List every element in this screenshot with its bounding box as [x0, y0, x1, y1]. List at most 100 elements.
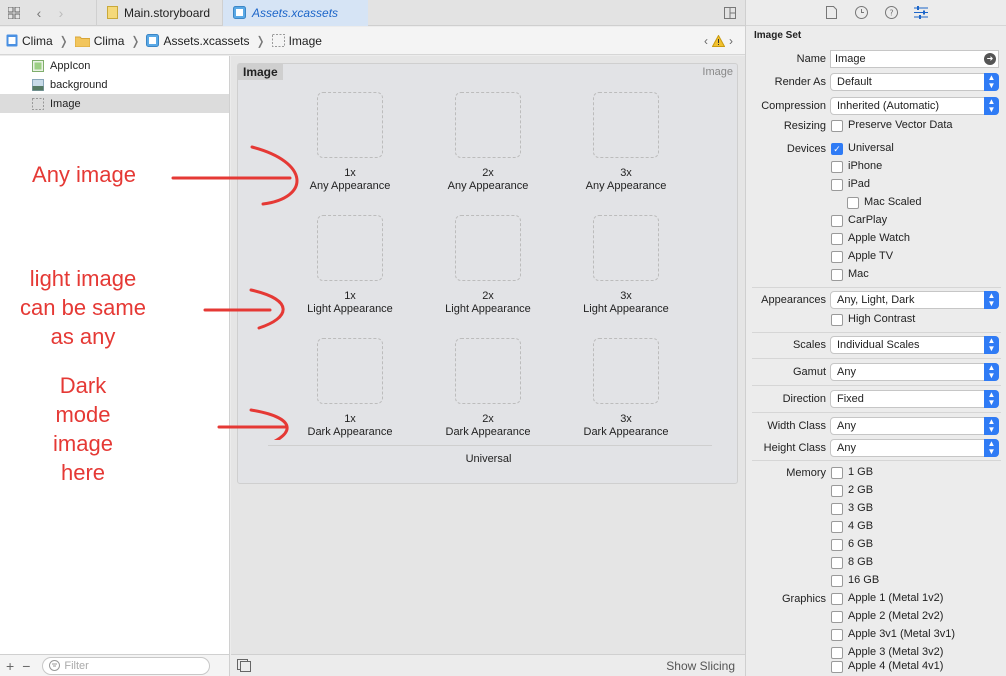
inspector-header: Image Set — [754, 30, 802, 41]
go-arrow-icon[interactable]: ➜ — [984, 53, 996, 65]
issue-navigation: ‹ › — [704, 34, 745, 48]
graphics-row: Apple 4 (Metal 4v1) — [746, 658, 1006, 676]
navigator-item-background[interactable]: background — [0, 75, 229, 94]
remove-icon[interactable]: − — [22, 658, 30, 674]
tab-main-storyboard[interactable]: Main.storyboard — [96, 0, 222, 26]
device-row: Devices ✓ Universal — [786, 142, 894, 155]
image-slot-any-3x[interactable] — [593, 92, 659, 158]
split-editor-icon — [724, 6, 736, 19]
graphics-checkbox-apple4[interactable] — [831, 661, 843, 673]
popup-stepper-icon: ▲ ▼ — [984, 97, 999, 115]
asset-catalog-icon — [146, 34, 160, 47]
image-slot-light-2x[interactable] — [455, 215, 521, 281]
file-inspector-tab[interactable] — [823, 5, 839, 21]
popup-stepper-icon: ▲ ▼ — [984, 336, 999, 354]
image-slot-dark-3x[interactable] — [593, 338, 659, 404]
device-checkbox-mac-scaled[interactable] — [847, 197, 859, 209]
image-slot-dark-1x[interactable] — [317, 338, 383, 404]
breadcrumb-item-project[interactable]: Clima — [6, 34, 53, 48]
preserve-vector-checkbox[interactable] — [831, 120, 843, 132]
memory-checkbox-6gb[interactable] — [831, 539, 843, 551]
memory-checkbox-1gb[interactable] — [831, 467, 843, 479]
universal-divider — [268, 445, 712, 446]
back-button[interactable]: ‹ — [28, 0, 50, 26]
history-inspector-tab[interactable] — [853, 5, 869, 21]
image-slot-any-2x[interactable] — [455, 92, 521, 158]
add-icon[interactable]: + — [6, 658, 14, 674]
tab-bar: ‹ › Main.storyboard Assets.xcassets — [0, 0, 745, 26]
memory-checkbox-2gb[interactable] — [831, 485, 843, 497]
popup-stepper-icon: ▲ ▼ — [984, 73, 999, 91]
direction-row: Direction Fixed ▲ ▼ — [746, 390, 1006, 408]
warning-icon[interactable] — [712, 34, 725, 47]
memory-row: 16 GB — [746, 572, 1006, 590]
image-slot-dark-2x[interactable] — [455, 338, 521, 404]
asset-list-icon[interactable] — [237, 659, 251, 672]
divider — [752, 460, 1001, 461]
slot-label: 3x Dark Appearance — [583, 413, 669, 438]
device-checkbox-ipad[interactable] — [831, 179, 843, 191]
memory-checkbox-16gb[interactable] — [831, 575, 843, 587]
split-editor-button[interactable] — [715, 0, 745, 26]
image-set-panel: Image Image 1x Any Appearance 2x Any Appea… — [237, 63, 738, 484]
device-checkbox-apple-watch[interactable] — [831, 233, 843, 245]
help-inspector-tab[interactable]: ? — [883, 5, 899, 21]
image-slot-light-3x[interactable] — [593, 215, 659, 281]
popup-stepper-icon: ▲ ▼ — [984, 417, 999, 435]
show-slicing-button[interactable]: Show Slicing — [666, 659, 735, 673]
appearances-popup[interactable]: Any, Light, Dark ▲ ▼ — [830, 291, 999, 309]
gamut-popup[interactable]: Any ▲ ▼ — [830, 363, 999, 381]
graphics-checkbox-apple2[interactable] — [831, 611, 843, 623]
popup-stepper-icon: ▲ ▼ — [984, 363, 999, 381]
folder-icon — [74, 36, 90, 47]
device-checkbox-universal[interactable]: ✓ — [831, 143, 843, 155]
breadcrumb-item-image[interactable]: Image — [271, 34, 322, 48]
resizing-row: Resizing Preserve Vector Data — [783, 119, 953, 132]
navigator-item-appicon[interactable]: AppIcon — [0, 56, 229, 75]
forward-button[interactable]: › — [50, 0, 72, 26]
chevron-right-icon: › — [58, 4, 64, 21]
graphics-row: Apple 2 (Metal 2v2) — [746, 608, 1006, 626]
device-checkbox-iphone[interactable] — [831, 161, 843, 173]
image-slot-any-1x[interactable] — [317, 92, 383, 158]
high-contrast-checkbox[interactable] — [831, 314, 843, 326]
name-field[interactable]: Image ➜ — [830, 50, 999, 68]
navigator-footer: + − Filter — [0, 654, 230, 676]
memory-row: 3 GB — [746, 500, 1006, 518]
filter-field[interactable]: Filter — [42, 656, 211, 675]
graphics-checkbox-apple1[interactable] — [831, 593, 843, 605]
memory-checkbox-4gb[interactable] — [831, 521, 843, 533]
memory-row: Memory 1 GB — [786, 466, 874, 479]
image-slot-light-1x[interactable] — [317, 215, 383, 281]
tab-assets-xcassets[interactable]: Assets.xcassets — [222, 0, 368, 26]
graphics-row: Apple 3v1 (Metal 3v1) — [746, 626, 1006, 644]
height-class-popup[interactable]: Any ▲ ▼ — [830, 439, 999, 457]
breadcrumb-item-folder[interactable]: Clima — [74, 34, 124, 48]
graphics-checkbox-apple3v1[interactable] — [831, 629, 843, 641]
chevron-right-icon[interactable]: › — [729, 34, 733, 48]
chevron-left-icon[interactable]: ‹ — [704, 34, 708, 48]
document-icon — [825, 6, 837, 19]
device-checkbox-carplay[interactable] — [831, 215, 843, 227]
width-class-popup[interactable]: Any ▲ ▼ — [830, 417, 999, 435]
memory-checkbox-8gb[interactable] — [831, 557, 843, 569]
device-checkbox-mac[interactable] — [831, 269, 843, 281]
divider — [752, 385, 1001, 386]
divider — [752, 287, 1001, 288]
compression-popup[interactable]: Inherited (Automatic) ▲ ▼ — [830, 97, 999, 115]
direction-popup[interactable]: Fixed ▲ ▼ — [830, 390, 999, 408]
memory-checkbox-3gb[interactable] — [831, 503, 843, 515]
navigator-item-image[interactable]: Image — [0, 94, 229, 113]
breadcrumb-item-assets[interactable]: Assets.xcassets — [146, 34, 250, 48]
graphics-row: Graphics Apple 1 (Metal 1v2) — [781, 592, 944, 605]
scales-popup[interactable]: Individual Scales ▲ ▼ — [830, 336, 999, 354]
device-row: iPad — [746, 176, 1006, 194]
chevron-left-icon: ‹ — [36, 4, 42, 21]
related-items-button[interactable] — [0, 0, 28, 26]
high-contrast-row: High Contrast — [746, 311, 1006, 329]
device-checkbox-apple-tv[interactable] — [831, 251, 843, 263]
universal-label: Universal — [465, 453, 512, 465]
attributes-inspector-tab[interactable] — [913, 5, 929, 21]
render-as-popup[interactable]: Default ▲ ▼ — [830, 73, 999, 91]
slot-label: 2x Light Appearance — [445, 290, 531, 315]
